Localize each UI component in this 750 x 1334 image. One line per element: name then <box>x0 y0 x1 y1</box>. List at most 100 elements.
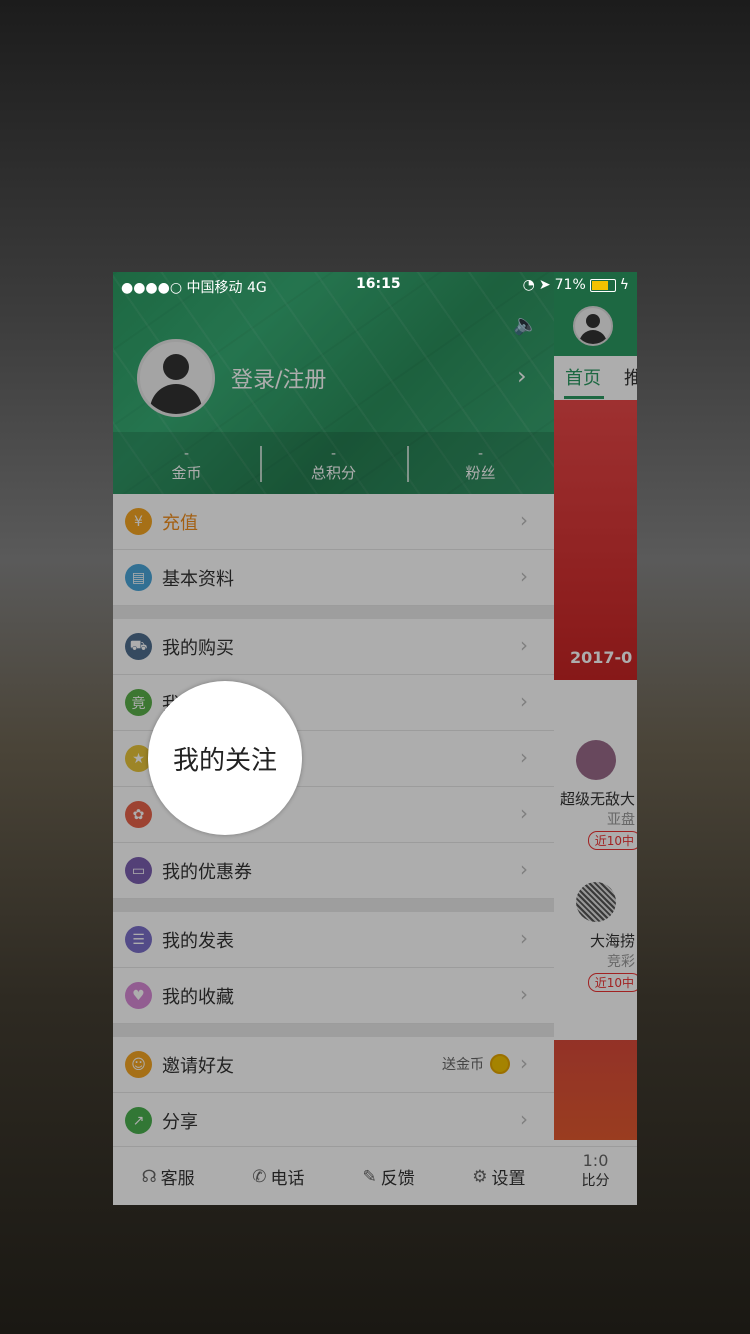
menu-item-purchases[interactable]: ⛟ 我的购买 › <box>113 619 554 675</box>
settings-button[interactable]: ⚙ 设置 <box>444 1147 554 1205</box>
stat-value: - <box>330 446 337 462</box>
stat-label: 金币 <box>171 464 202 482</box>
lock-icon: ◔ <box>522 277 535 293</box>
avatar[interactable] <box>137 339 215 417</box>
chevron-right-icon: › <box>520 633 528 657</box>
tab-score[interactable]: 1:0 比分 <box>554 1146 637 1205</box>
chevron-right-icon: › <box>520 1107 528 1131</box>
menu-item-recharge[interactable]: ¥ 充值 › <box>113 494 554 550</box>
section-divider <box>113 606 554 619</box>
menu-item-label: 分享 <box>162 1111 198 1133</box>
tab-home[interactable]: 首页 <box>565 364 601 390</box>
menu-item-label: 我的购买 <box>162 637 234 659</box>
bottom-label: 设置 <box>491 1169 526 1189</box>
stat-coins[interactable]: - 金币 <box>113 432 260 494</box>
record-badge: 近10中 <box>587 831 637 850</box>
gear-icon: ⚙ <box>472 1166 488 1187</box>
ticket-icon: 竟 <box>125 689 152 716</box>
heart-icon: ♥ <box>125 982 152 1009</box>
menu-item-share[interactable]: ↗ 分享 › <box>113 1093 554 1149</box>
promo-banner-2[interactable] <box>554 1040 637 1140</box>
status-right: ◔ ➤ 71% ϟ <box>523 277 629 293</box>
menu-item-invite[interactable]: ☺ 邀请好友 送金币 › <box>113 1037 554 1093</box>
stats-row: - 金币 - 总积分 - 粉丝 <box>113 432 554 494</box>
menu-item-label: 我的发表 <box>162 930 234 952</box>
chevron-right-icon: › <box>520 745 528 769</box>
chevron-right-icon: › <box>520 801 528 825</box>
chevron-right-icon: › <box>520 1051 528 1075</box>
chevron-right-icon: › <box>520 926 528 950</box>
chevron-right-icon: › <box>520 857 528 881</box>
drawer-bottom-bar: ☊ 客服 ✆ 电话 ✎ 反馈 ⚙ 设置 <box>113 1146 554 1205</box>
customer-service-button[interactable]: ☊ 客服 <box>113 1147 223 1205</box>
phone-button[interactable]: ✆ 电话 <box>223 1147 333 1205</box>
invite-reward: 送金币 <box>442 1054 510 1074</box>
expert-avatar <box>575 740 616 780</box>
menu-item-label: 基本资料 <box>162 568 234 590</box>
yen-icon: ¥ <box>125 508 152 535</box>
status-bar: ●●●●○ 中国移动 4G 16:15 ◔ ➤ 71% ϟ <box>113 272 637 298</box>
coupon-icon: ▭ <box>125 857 152 884</box>
invite-icon: ☺ <box>125 1051 152 1078</box>
location-icon: ➤ <box>538 277 551 293</box>
scoreboard-icon: 1:0 <box>582 1151 609 1170</box>
headset-icon: ☊ <box>141 1166 157 1187</box>
stat-fans[interactable]: - 粉丝 <box>407 432 554 494</box>
promo-banner[interactable]: 2017-0 <box>554 400 637 680</box>
record-badge: 近10中 <box>587 973 637 992</box>
menu-item-favorites[interactable]: ♥ 我的收藏 › <box>113 968 554 1024</box>
chevron-right-icon: › <box>520 982 528 1006</box>
carrier: ●●●●○ 中国移动 4G <box>121 280 267 296</box>
battery-percent: 71% <box>554 277 586 293</box>
bottom-label: 反馈 <box>380 1169 415 1189</box>
strip-tabs: 首页 推 <box>554 356 637 400</box>
tab-score-label: 比分 <box>581 1173 610 1189</box>
expert-card[interactable]: 大海捞 竞彩 近10中 <box>554 882 637 992</box>
profile-card-icon: ▤ <box>125 564 152 591</box>
stat-points[interactable]: - 总积分 <box>260 432 407 494</box>
expert-type: 竞彩 <box>607 954 635 970</box>
spotlight-label: 我的关注 <box>172 745 277 776</box>
avatar[interactable] <box>573 306 613 346</box>
speaker-icon[interactable]: 🔈 <box>513 312 538 336</box>
menu-item-label: 充值 <box>162 512 198 534</box>
share-icon: ↗ <box>125 1107 152 1134</box>
banner-date: 2017-0 <box>570 648 633 667</box>
section-divider <box>113 899 554 912</box>
drawer-menu: ¥ 充值 › ▤ 基本资料 › ⛟ 我的购买 › 竟 我 › ★ <box>113 494 554 1149</box>
expert-name: 超级无敌大 <box>559 790 635 808</box>
feedback-button[interactable]: ✎ 反馈 <box>334 1147 444 1205</box>
invite-reward-text: 送金币 <box>442 1057 484 1073</box>
menu-item-label: 我的收藏 <box>162 986 234 1008</box>
section-divider <box>113 1024 554 1037</box>
menu-item-profile[interactable]: ▤ 基本资料 › <box>113 550 554 606</box>
battery-icon <box>589 278 616 292</box>
menu-item-label: 邀请好友 <box>162 1055 234 1077</box>
coin-icon <box>490 1054 510 1074</box>
tab-recommend[interactable]: 推 <box>624 364 637 390</box>
drawer-header: 🔈 登录/注册 › - 金币 - 总积分 - 粉丝 <box>113 272 554 494</box>
stat-label: 总积分 <box>310 464 356 482</box>
chevron-right-icon: › <box>520 508 528 532</box>
spotlight-highlight[interactable]: 我的关注 <box>148 681 302 835</box>
stat-label: 粉丝 <box>465 464 496 482</box>
login-register-link[interactable]: 登录/注册 <box>231 362 326 394</box>
menu-item-posts[interactable]: ☰ 我的发表 › <box>113 912 554 968</box>
stat-value: - <box>477 446 484 462</box>
tab-underline <box>564 396 604 399</box>
expert-name: 大海捞 <box>589 932 635 950</box>
cart-icon: ⛟ <box>125 633 152 660</box>
expert-card[interactable]: 超级无敌大 亚盘 近10中 <box>554 740 637 850</box>
main-content-peek[interactable]: 首页 推 2017-0 超级无敌大 亚盘 近10中 大海捞 竞彩 近10中 1:… <box>554 272 637 1205</box>
phone-icon: ✆ <box>252 1166 267 1187</box>
edit-icon: ✎ <box>362 1166 377 1187</box>
expert-type: 亚盘 <box>607 812 635 828</box>
bottom-label: 客服 <box>160 1169 195 1189</box>
menu-item-coupons[interactable]: ▭ 我的优惠券 › <box>113 843 554 899</box>
chevron-right-icon: › <box>520 689 528 713</box>
clock: 16:15 <box>356 276 401 292</box>
chevron-right-icon: › <box>520 564 528 588</box>
post-icon: ☰ <box>125 926 152 953</box>
chevron-right-icon[interactable]: › <box>517 362 527 390</box>
menu-item-label: 我的优惠券 <box>162 861 252 883</box>
